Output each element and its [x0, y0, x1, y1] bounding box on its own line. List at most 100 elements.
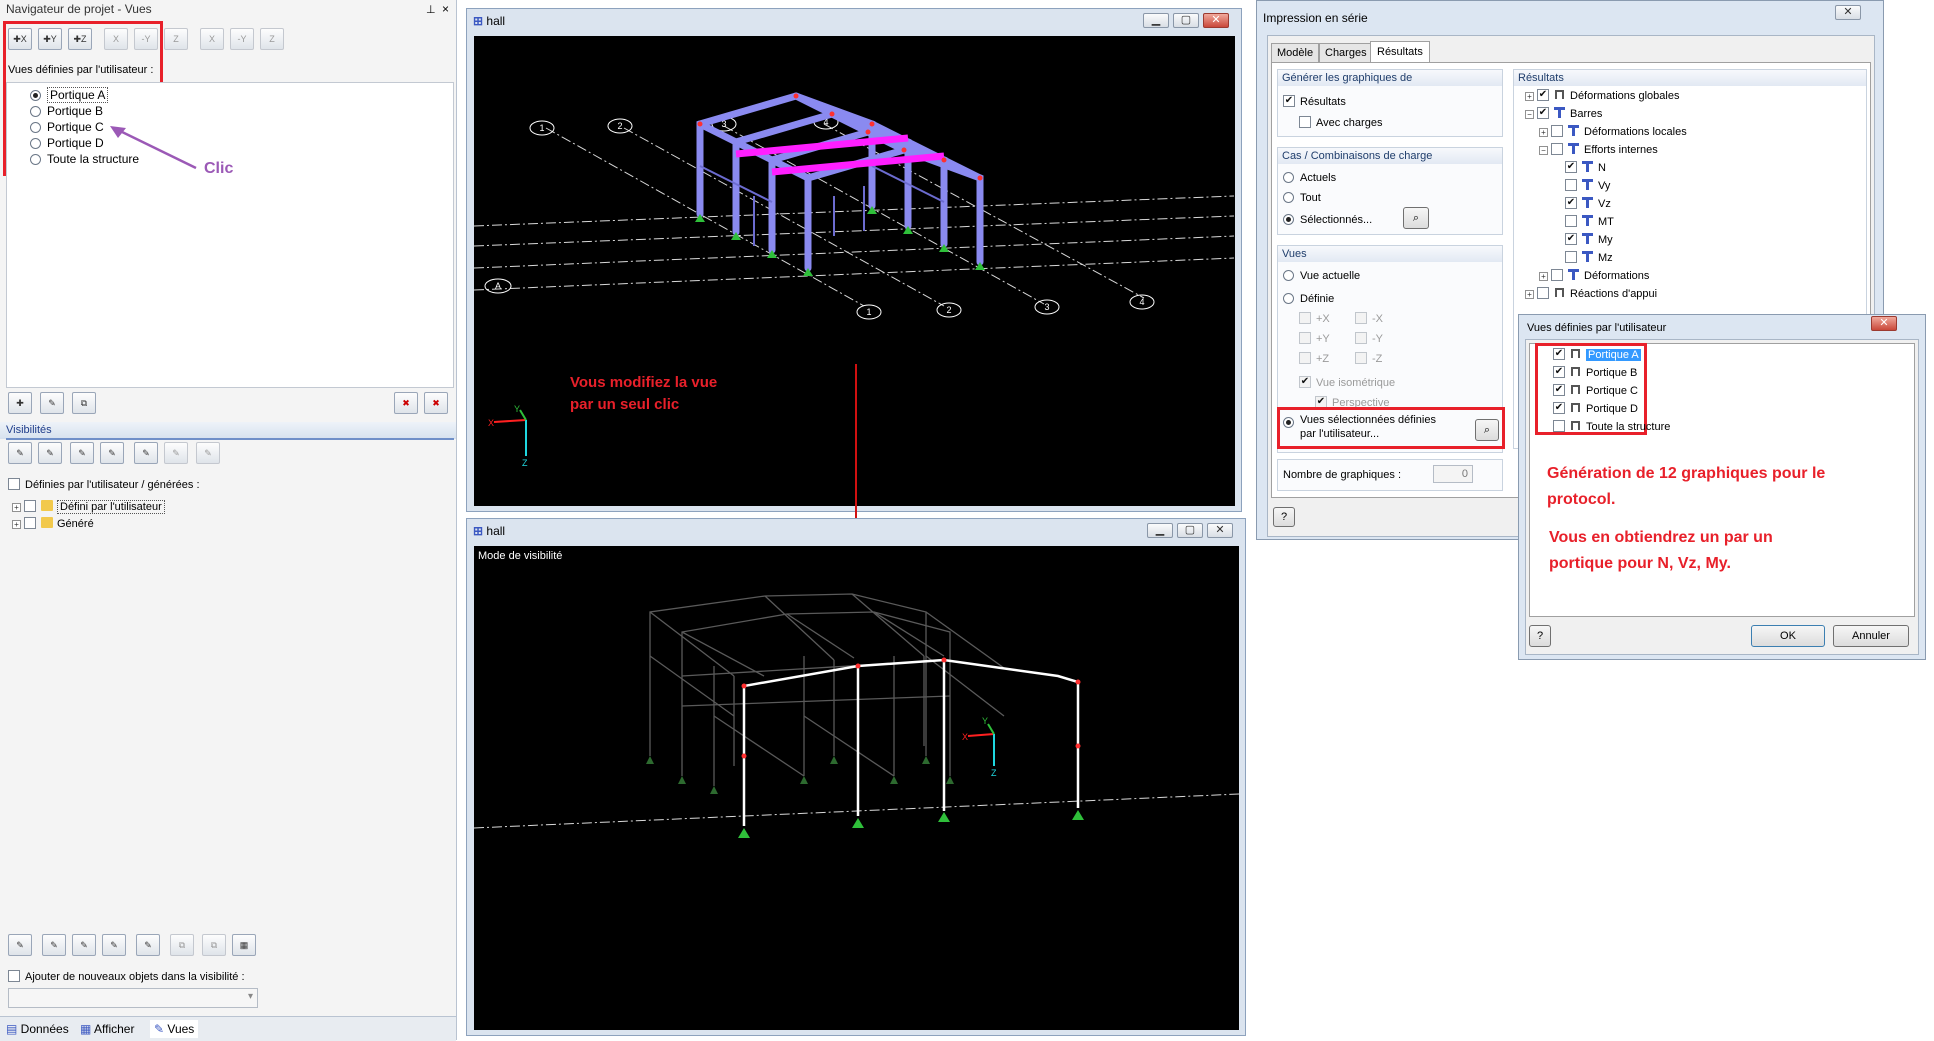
user-view-item-a[interactable]: Portique A: [1553, 348, 1641, 362]
vis-bottom-btn-7[interactable]: ⧉: [202, 934, 226, 956]
radio-icon[interactable]: [30, 154, 41, 165]
results-tree-item[interactable]: Vy: [1553, 179, 1610, 193]
checkbox-icon[interactable]: [1553, 348, 1565, 360]
expand-icon[interactable]: +: [12, 503, 21, 512]
checkbox-icon[interactable]: [1537, 287, 1549, 299]
dialog-close-button[interactable]: ✕: [1835, 5, 1861, 20]
expand-icon[interactable]: −: [1525, 110, 1534, 119]
tab-loads[interactable]: Charges: [1319, 43, 1373, 63]
checkbox-icon[interactable]: [1537, 89, 1549, 101]
axis-plus-x-checkbox[interactable]: +X: [1299, 312, 1330, 326]
graphics-count-field[interactable]: 0: [1433, 465, 1473, 483]
expand-icon[interactable]: +: [1525, 92, 1534, 101]
checkbox-icon[interactable]: [1565, 233, 1577, 245]
vis-bottom-btn-8[interactable]: ▦: [232, 934, 256, 956]
checkbox-icon[interactable]: [1565, 215, 1577, 227]
user-generated-checkbox[interactable]: Définies par l'utilisateur / générées :: [8, 478, 200, 491]
edit-view-button[interactable]: ✎: [40, 392, 64, 414]
tree-checkbox-icon[interactable]: [24, 517, 36, 529]
checkbox-icon[interactable]: [1299, 352, 1311, 364]
results-tree-item[interactable]: Mz: [1553, 251, 1613, 265]
results-tree-item[interactable]: + Déformations locales: [1539, 125, 1687, 139]
vis-bottom-btn-4[interactable]: ✎: [102, 934, 126, 956]
radio-icon[interactable]: [1283, 270, 1294, 281]
visibility-btn-2[interactable]: ✎: [38, 442, 62, 464]
vis-bottom-btn-3[interactable]: ✎: [72, 934, 96, 956]
checkbox-icon[interactable]: [1299, 116, 1311, 128]
selected-user-views-radio[interactable]: Vues sélectionnées définies par l'utilis…: [1283, 413, 1453, 441]
radio-icon[interactable]: [30, 90, 41, 101]
tab-model[interactable]: Modèle: [1271, 43, 1320, 63]
visibility-btn-3[interactable]: ✎: [70, 442, 94, 464]
delete-view-button[interactable]: ✖: [394, 392, 418, 414]
view-btn-6[interactable]: Z: [164, 28, 188, 50]
cases-current-radio[interactable]: Actuels: [1283, 171, 1336, 185]
radio-icon[interactable]: [30, 122, 41, 133]
checkbox-icon[interactable]: [1299, 312, 1311, 324]
checkbox-icon[interactable]: [1355, 312, 1367, 324]
checkbox-icon[interactable]: [1283, 95, 1295, 107]
view-btn-9[interactable]: Z: [260, 28, 284, 50]
tab-views[interactable]: ✎ Vues: [150, 1020, 199, 1038]
pin-icon[interactable]: ⊥: [426, 3, 436, 16]
tab-data[interactable]: ▤ Données: [6, 1020, 69, 1038]
view-btn-8[interactable]: -Y: [230, 28, 254, 50]
vis-bottom-btn-6[interactable]: ⧉: [170, 934, 194, 956]
add-objects-checkbox[interactable]: Ajouter de nouveaux objets dans la visib…: [8, 970, 245, 983]
copy-view-button[interactable]: ⧉: [72, 392, 96, 414]
checkbox-icon[interactable]: [1565, 179, 1577, 191]
checkbox-icon[interactable]: [8, 970, 20, 982]
view-radio-portique-b[interactable]: Portique B: [30, 103, 103, 119]
view-radio-portique-c[interactable]: Portique C: [30, 119, 104, 135]
radio-icon[interactable]: [1283, 192, 1294, 203]
checkbox-icon[interactable]: [1551, 269, 1563, 281]
view-btn-7[interactable]: X: [200, 28, 224, 50]
visibility-btn-4[interactable]: ✎: [100, 442, 124, 464]
vis-bottom-btn-5[interactable]: ✎: [136, 934, 160, 956]
user-view-item-whole[interactable]: Toute la structure: [1553, 420, 1670, 434]
select-user-views-button[interactable]: ⌕: [1475, 419, 1499, 441]
checkbox-icon[interactable]: [1553, 366, 1565, 378]
delete-all-button[interactable]: ✖: [424, 392, 448, 414]
select-cases-button[interactable]: ⌕: [1403, 207, 1429, 229]
results-tree-item[interactable]: Vz: [1553, 197, 1611, 211]
radio-icon[interactable]: [1283, 214, 1294, 225]
results-tree-item[interactable]: My: [1553, 233, 1613, 247]
cases-selected-radio[interactable]: Sélectionnés...: [1283, 213, 1372, 227]
checkbox-icon[interactable]: [1553, 420, 1565, 432]
radio-icon[interactable]: [30, 138, 41, 149]
new-view-button[interactable]: ✚: [8, 392, 32, 414]
expand-icon[interactable]: +: [1525, 290, 1534, 299]
maximize-button[interactable]: ▢: [1173, 13, 1199, 28]
cancel-button[interactable]: Annuler: [1833, 625, 1909, 647]
results-tree-item[interactable]: + Déformations globales: [1525, 89, 1679, 103]
checkbox-icon[interactable]: [1537, 107, 1549, 119]
checkbox-icon[interactable]: [8, 478, 20, 490]
axis-minus-z-checkbox[interactable]: -Z: [1355, 352, 1382, 366]
radio-icon[interactable]: [1283, 293, 1294, 304]
current-view-radio[interactable]: Vue actuelle: [1283, 269, 1360, 283]
dialog-close-button[interactable]: ✕: [1871, 316, 1897, 331]
checkbox-icon[interactable]: [1551, 125, 1563, 137]
add-objects-select[interactable]: ▾: [8, 988, 258, 1008]
tree-item-generated[interactable]: + Généré: [12, 517, 94, 531]
visibility-btn-1[interactable]: ✎: [8, 442, 32, 464]
checkbox-icon[interactable]: [1299, 332, 1311, 344]
vis-bottom-btn-2[interactable]: ✎: [42, 934, 66, 956]
results-tree-item[interactable]: N: [1553, 161, 1606, 175]
axis-plus-z-checkbox[interactable]: +Z: [1299, 352, 1329, 366]
checkbox-icon[interactable]: [1553, 384, 1565, 396]
user-view-item-c[interactable]: Portique C: [1553, 384, 1638, 398]
view-radio-portique-a[interactable]: Portique A: [30, 87, 109, 103]
checkbox-icon[interactable]: [1551, 143, 1563, 155]
visibility-btn-6[interactable]: ✎: [164, 442, 188, 464]
axis-plus-y-checkbox[interactable]: +Y: [1299, 332, 1330, 346]
results-tree-item[interactable]: − Efforts internes: [1539, 143, 1658, 157]
model-canvas-bottom[interactable]: Mode de visibilité X Z Y: [473, 546, 1240, 1030]
cases-all-radio[interactable]: Tout: [1283, 191, 1321, 205]
help-button[interactable]: ?: [1273, 507, 1295, 527]
axis-minus-x-checkbox[interactable]: -X: [1355, 312, 1383, 326]
close-window-button[interactable]: ✕: [1207, 523, 1233, 538]
expand-icon[interactable]: +: [1539, 272, 1548, 281]
checkbox-icon[interactable]: [1565, 197, 1577, 209]
